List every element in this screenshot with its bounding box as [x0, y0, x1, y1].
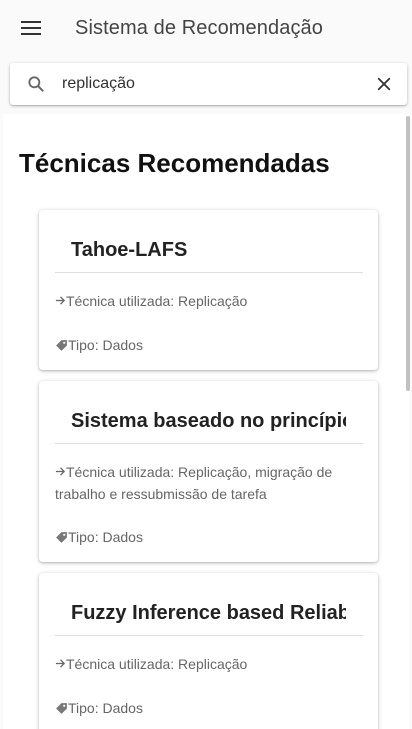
card-technique: Técnica utilizada: Replicação [55, 290, 355, 312]
search-bar [10, 63, 407, 105]
card-type: Tipo: Dados [55, 700, 143, 716]
technique-card[interactable]: Fuzzy Inference based Reliability Técnic… [39, 573, 378, 729]
section-title: Técnicas Recomendadas [19, 148, 330, 178]
card-title: Tahoe-LAFS [71, 239, 188, 261]
card-title: Fuzzy Inference based Reliability [71, 602, 346, 624]
tag-icon [56, 531, 67, 543]
search-input[interactable] [62, 75, 352, 93]
card-technique-text: Técnica utilizada: Replicação, migração … [55, 464, 333, 502]
results-panel[interactable]: Técnicas Recomendadas Tahoe-LAFS Técnica… [3, 114, 409, 729]
search-icon [28, 76, 44, 92]
app-title: Sistema de Recomendação [75, 16, 323, 39]
card-divider [55, 635, 363, 636]
tag-icon [56, 339, 67, 351]
card-type-text: Tipo: Dados [68, 529, 143, 545]
card-technique: Técnica utilizada: Replicação [55, 653, 355, 675]
card-type-text: Tipo: Dados [68, 700, 143, 716]
menu-icon[interactable] [21, 20, 43, 36]
close-icon[interactable] [375, 75, 393, 93]
card-title: Sistema baseado no princípio [71, 410, 346, 432]
card-technique-text: Técnica utilizada: Replicação [66, 656, 248, 672]
card-type-text: Tipo: Dados [68, 337, 143, 353]
card-technique-text: Técnica utilizada: Replicação [66, 293, 248, 309]
tag-icon [56, 702, 67, 714]
technique-card[interactable]: Tahoe-LAFS Técnica utilizada: Replicação… [39, 210, 378, 370]
technique-card[interactable]: Sistema baseado no princípio Técnica uti… [39, 381, 378, 562]
card-divider [55, 443, 363, 444]
card-type: Tipo: Dados [55, 337, 143, 353]
scrollbar[interactable] [406, 116, 410, 391]
card-divider [55, 272, 363, 273]
card-technique: Técnica utilizada: Replicação, migração … [55, 461, 355, 505]
arrow-right-icon [55, 467, 66, 476]
arrow-right-icon [55, 659, 66, 668]
arrow-right-icon [55, 296, 66, 305]
card-type: Tipo: Dados [55, 529, 143, 545]
app-bar: Sistema de Recomendação [0, 0, 412, 56]
